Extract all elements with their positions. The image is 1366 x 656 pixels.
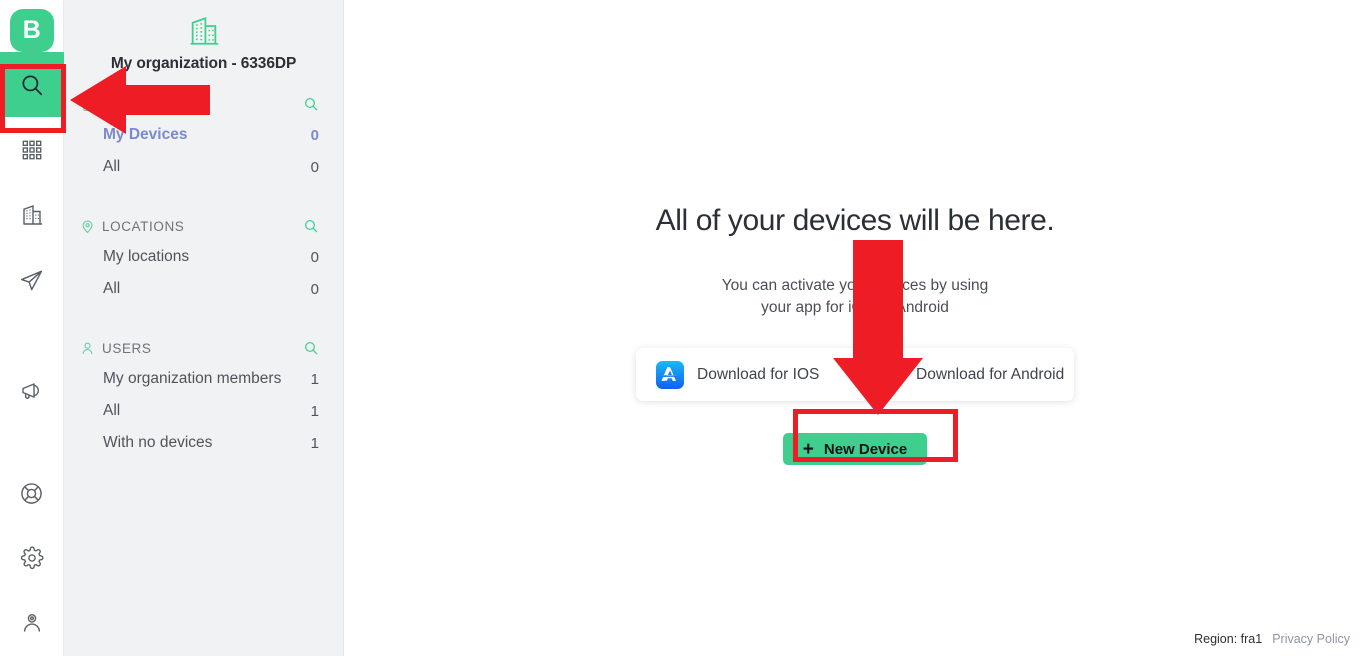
region-label: Region: fra1 xyxy=(1194,632,1263,646)
download-ios-button[interactable]: Download for IOS xyxy=(636,360,855,389)
sidebar-item-count: 0 xyxy=(310,126,319,144)
sidebar-item-label: My locations xyxy=(103,248,190,265)
sidebar-item-my-devices[interactable]: My Devices 0 xyxy=(64,119,343,151)
rail-item-send[interactable] xyxy=(0,248,64,313)
new-device-button[interactable]: + New Device xyxy=(782,433,928,465)
sidebar-item-label: All xyxy=(103,158,121,175)
privacy-policy-link[interactable]: Privacy Policy xyxy=(1272,632,1350,646)
search-icon xyxy=(19,72,45,98)
location-pin-icon xyxy=(80,219,95,234)
sidebar-item-label: With no devices xyxy=(103,434,213,451)
download-android-label: Download for Android xyxy=(916,365,1065,383)
sidebar-section-locations: LOCATIONS My locations 0 All 0 xyxy=(64,211,343,305)
rail-item-account[interactable] xyxy=(0,591,64,656)
empty-state-subtext: You can activate your devices by using y… xyxy=(722,275,989,319)
rail-item-announcements[interactable] xyxy=(0,358,64,423)
organization-name: My organization - 6336DP xyxy=(110,55,297,72)
sidebar-item-count: 1 xyxy=(310,370,319,388)
rail-item-organization[interactable] xyxy=(0,183,64,248)
sidebar-item-my-organization-members[interactable]: My organization members 1 xyxy=(64,363,343,395)
sidebar-item-count: 1 xyxy=(310,402,319,420)
sidebar-item-label: All xyxy=(103,280,121,297)
page-title: All of your devices will be here. xyxy=(655,204,1055,237)
section-search-icon-locations[interactable] xyxy=(303,218,319,234)
sidebar-item-count: 0 xyxy=(310,280,319,298)
app-store-icon xyxy=(656,360,684,389)
icon-rail: B xyxy=(0,0,64,656)
section-header-devices: DEVICES xyxy=(64,89,343,119)
empty-state: All of your devices will be here. You ca… xyxy=(344,204,1366,465)
sidebar-item-locations-all[interactable]: All 0 xyxy=(64,273,343,305)
download-android-button[interactable]: Download for Android xyxy=(855,361,1074,389)
sidebar: My organization - 6336DP DEVICES My Devi… xyxy=(64,0,344,656)
section-header-locations: LOCATIONS xyxy=(64,211,343,241)
organization-icon xyxy=(20,203,44,227)
download-card: Download for IOS Download for Android xyxy=(636,348,1074,401)
user-support-icon xyxy=(20,611,44,635)
new-device-label: New Device xyxy=(823,440,908,458)
section-header-users: USERS xyxy=(64,333,343,363)
apps-grid-icon xyxy=(21,139,43,161)
app-logo[interactable]: B xyxy=(9,9,54,53)
download-ios-label: Download for IOS xyxy=(697,365,820,383)
megaphone-icon xyxy=(20,379,44,403)
section-search-icon-devices[interactable] xyxy=(303,96,319,112)
devices-icon xyxy=(80,97,95,112)
sidebar-section-users: USERS My organization members 1 All 1 Wi… xyxy=(64,333,343,459)
user-icon xyxy=(80,341,95,356)
footer: Region: fra1 Privacy Policy xyxy=(1194,632,1350,646)
plus-icon: + xyxy=(802,438,814,460)
subtext-line-2: your app for iOS or Android xyxy=(761,299,949,316)
section-title-locations: LOCATIONS xyxy=(102,218,185,234)
lifering-icon xyxy=(19,481,44,506)
new-device-button-wrapper: + New Device xyxy=(782,433,928,465)
gear-icon xyxy=(20,546,44,570)
subtext-line-1: You can activate your devices by using xyxy=(721,277,989,294)
rail-item-search[interactable] xyxy=(0,52,64,118)
section-title-users: USERS xyxy=(102,340,152,356)
sidebar-item-count: 0 xyxy=(310,158,319,176)
section-title-devices: DEVICES xyxy=(102,96,166,112)
sidebar-item-my-locations[interactable]: My locations 0 xyxy=(64,241,343,273)
organization-building-icon xyxy=(187,14,221,53)
rail-item-apps[interactable] xyxy=(0,117,64,182)
sidebar-item-label: All xyxy=(103,402,121,419)
send-icon xyxy=(19,268,44,293)
rail-item-support[interactable] xyxy=(0,461,64,526)
sidebar-item-label: My Devices xyxy=(103,126,188,143)
sidebar-item-devices-all[interactable]: All 0 xyxy=(64,151,343,183)
sidebar-section-devices: DEVICES My Devices 0 All 0 xyxy=(64,89,343,183)
sidebar-item-count: 0 xyxy=(310,248,319,266)
sidebar-item-label: My organization members xyxy=(103,370,282,387)
section-search-icon-users[interactable] xyxy=(303,340,319,356)
google-play-icon xyxy=(875,361,903,389)
sidebar-item-count: 1 xyxy=(310,434,319,452)
main-content: All of your devices will be here. You ca… xyxy=(344,0,1366,656)
app-root: B My organization - 6336DP DEVICES My De… xyxy=(0,0,1366,656)
organization-header[interactable]: My organization - 6336DP xyxy=(64,10,343,79)
rail-item-settings[interactable] xyxy=(0,526,64,591)
sidebar-item-users-all[interactable]: All 1 xyxy=(64,395,343,427)
sidebar-item-users-with-no-devices[interactable]: With no devices 1 xyxy=(64,427,343,459)
